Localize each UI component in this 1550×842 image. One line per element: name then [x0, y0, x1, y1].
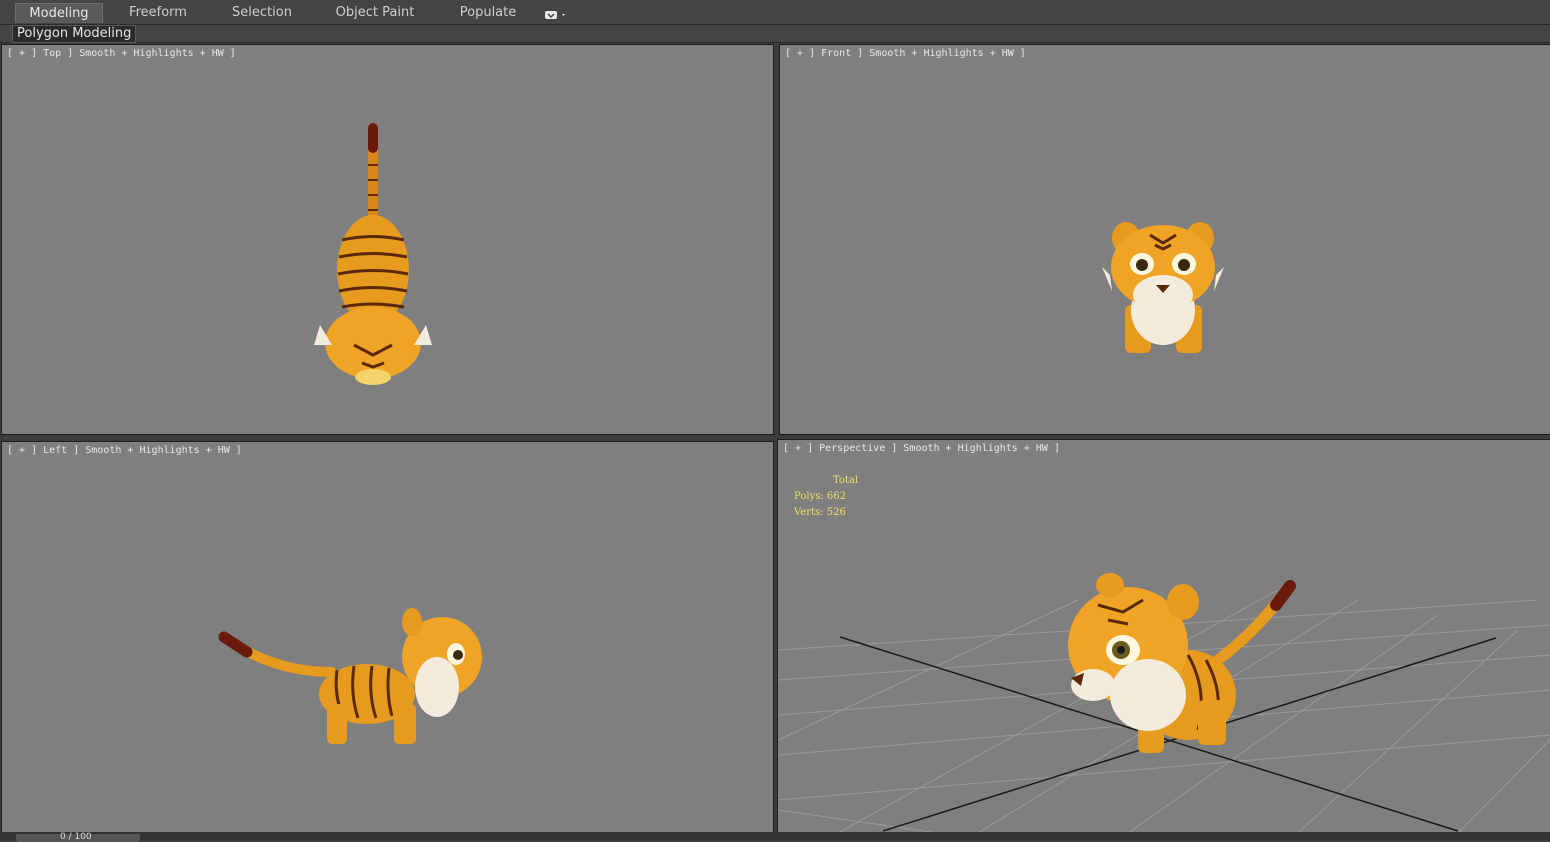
tiger-model-top-view — [314, 123, 432, 385]
viewport-perspective[interactable]: [ + ] Perspective ] Smooth + Highlights … — [777, 439, 1550, 834]
perspective-scene — [778, 573, 1550, 833]
tiger-model-left-view — [218, 608, 482, 744]
viewport-top[interactable]: [ + ] Top ] Smooth + Highlights + HW ] — [1, 44, 774, 435]
tab-object-paint[interactable]: Object Paint — [330, 3, 420, 22]
ribbon-tab-bar: Modeling Freeform Selection Object Paint… — [0, 0, 1550, 25]
polygon-modeling-panel-toggle[interactable]: Polygon Modeling — [12, 25, 137, 43]
tab-populate[interactable]: Populate — [450, 3, 526, 22]
ribbon-options-icon — [545, 11, 565, 19]
ribbon-panel: Polygon Modeling — [0, 25, 1550, 43]
viewport-front[interactable]: [ + ] Front ] Smooth + Highlights + HW ] — [779, 44, 1550, 435]
ribbon-options-dropdown[interactable] — [543, 6, 569, 19]
time-slider-bar — [0, 832, 1550, 840]
tab-modeling[interactable]: Modeling — [15, 3, 103, 23]
tiger-model-front-view — [1102, 222, 1224, 353]
tab-selection[interactable]: Selection — [222, 3, 302, 22]
tab-freeform[interactable]: Freeform — [118, 3, 198, 22]
viewport-left[interactable]: [ + ] Left ] Smooth + Highlights + HW ] — [1, 441, 774, 833]
